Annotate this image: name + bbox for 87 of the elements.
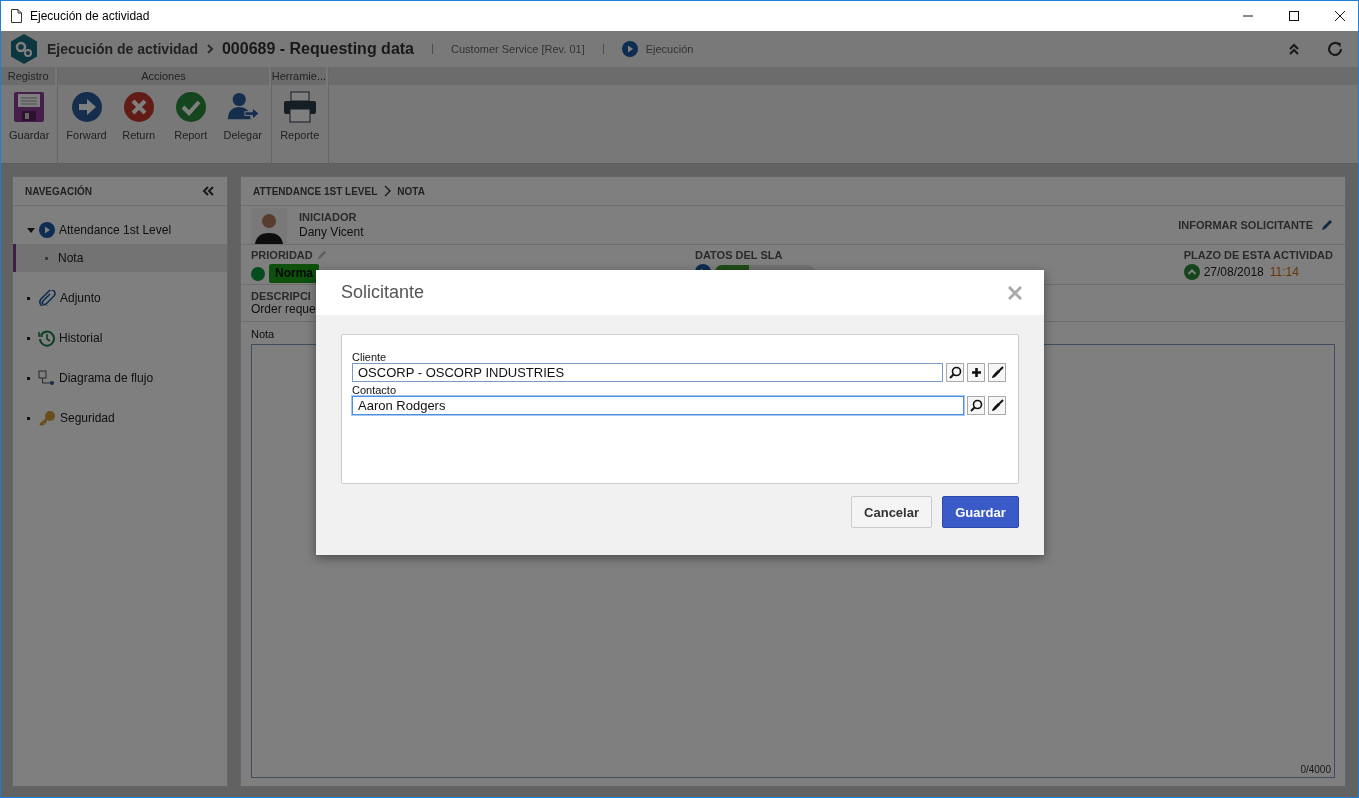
field-label: Nota [251,328,276,340]
nav-item-label: Seguridad [60,411,115,425]
refresh-icon[interactable] [1326,40,1344,58]
icon-button[interactable] [988,396,1006,415]
toolbar-button[interactable]: Delegar [216,89,269,143]
toolbar-button[interactable]: Report [164,89,217,143]
nav-item[interactable]: Seguridad [13,404,227,432]
window-title: Ejecución de actividad [30,9,150,23]
cancel-button[interactable]: Cancelar [851,496,932,528]
input-field[interactable]: Aaron Rodgers [352,396,964,415]
user-arrow-icon [225,91,260,123]
chevron-icon [383,185,392,197]
process-name: Customer Service [Rev. 01] [451,43,585,55]
icon-button[interactable] [967,396,985,415]
bullet-icon [27,336,30,340]
nav-item[interactable]: Attendance 1st Level [13,216,227,244]
inform-requester-link[interactable]: INFORMAR SOLICITANTE [1178,219,1313,231]
bullet-icon [27,376,30,380]
nav-item[interactable]: Adjunto [13,284,227,312]
field-label: PLAZO DE ESTA ACTIVIDAD [1183,249,1333,261]
priority-badge: Norma [269,264,319,283]
breadcrumb-item[interactable]: NOTA [397,185,425,197]
field-label: Contacto [352,384,398,396]
dialog-title: Solicitante [341,282,425,303]
document-icon [11,9,22,23]
toolbar-button[interactable]: Forward [60,89,113,143]
field-label: Cliente [352,351,388,363]
record-title: 000689 - Requesting data [221,40,414,58]
cross-circle-icon [122,91,155,123]
character-counter: 0/4000 [1300,764,1331,775]
maximize-icon[interactable] [1288,10,1300,22]
chevron-icon [205,43,214,55]
nav-item-label: Adjunto [60,291,101,305]
search-icon [969,399,983,412]
key-icon [38,410,56,426]
toolbar-group-label: Acciones [58,67,271,85]
bullet-icon [27,296,30,300]
plus-icon [970,367,982,378]
expand-caret-icon[interactable] [27,226,35,234]
field-label: INICIADOR [299,211,358,223]
brush-icon [990,366,1004,379]
field-label: DATOS DEL SLA [695,249,784,261]
initiator-name: Dany Vicent [299,225,364,239]
close-icon[interactable] [1334,10,1346,22]
nav-item-label: Historial [59,331,103,345]
status-label: Ejecución [645,43,694,55]
check-circle-icon [174,91,207,123]
bullet-icon [27,416,30,420]
history-clock-icon [38,329,55,347]
nav-item[interactable]: Historial [13,324,227,352]
deadline-time: 11:14 [1269,265,1299,279]
play-icon [39,222,55,238]
field-label: DESCRIPCI [251,290,311,302]
breadcrumb-item[interactable]: ATTENDANCE 1ST LEVEL [253,185,378,197]
nav-item-label: Attendance 1st Level [59,223,172,237]
panel-title: NAVEGACIÓN [25,185,93,197]
priority-dot [251,266,265,281]
icon-button[interactable] [946,363,964,382]
icon-button[interactable] [967,363,985,382]
icon-button[interactable] [988,363,1006,382]
nav-item[interactable]: Diagrama de flujo [13,364,227,392]
search-icon [948,366,962,379]
toolbar-button[interactable]: Reporte [273,89,326,143]
printer-icon [282,91,317,123]
nav-item-label: Diagrama de flujo [59,371,154,385]
deadline-date: 27/08/2018 [1203,265,1264,279]
input-field[interactable]: OSCORP - OSCORP INDUSTRIES [352,363,943,382]
description-text: Order reque [251,302,316,316]
bullet-icon [45,256,48,260]
nav-subitem[interactable]: Nota [13,244,227,272]
double-chevron-icon[interactable] [201,185,215,197]
paperclip-icon [38,290,56,306]
toolbar-group-label: Registro [1,67,58,85]
pencil-icon[interactable] [1321,219,1333,231]
flowchart-icon [38,370,55,386]
toolbar-button[interactable]: Return [112,89,165,143]
app-title: Ejecución de actividad [47,41,198,57]
field-label: PRIORIDAD [251,249,313,261]
play-icon [621,41,638,57]
avatar [251,208,287,244]
save-button[interactable]: Guardar [942,496,1019,528]
brush-icon [990,399,1004,412]
nav-item-label: Nota [58,251,84,265]
toolbar-group-label: Herramie... [271,67,329,85]
chevron-up-icon [1183,264,1200,280]
toolbar-button[interactable]: Guardar [3,89,56,143]
collapse-icon[interactable] [1288,42,1300,56]
